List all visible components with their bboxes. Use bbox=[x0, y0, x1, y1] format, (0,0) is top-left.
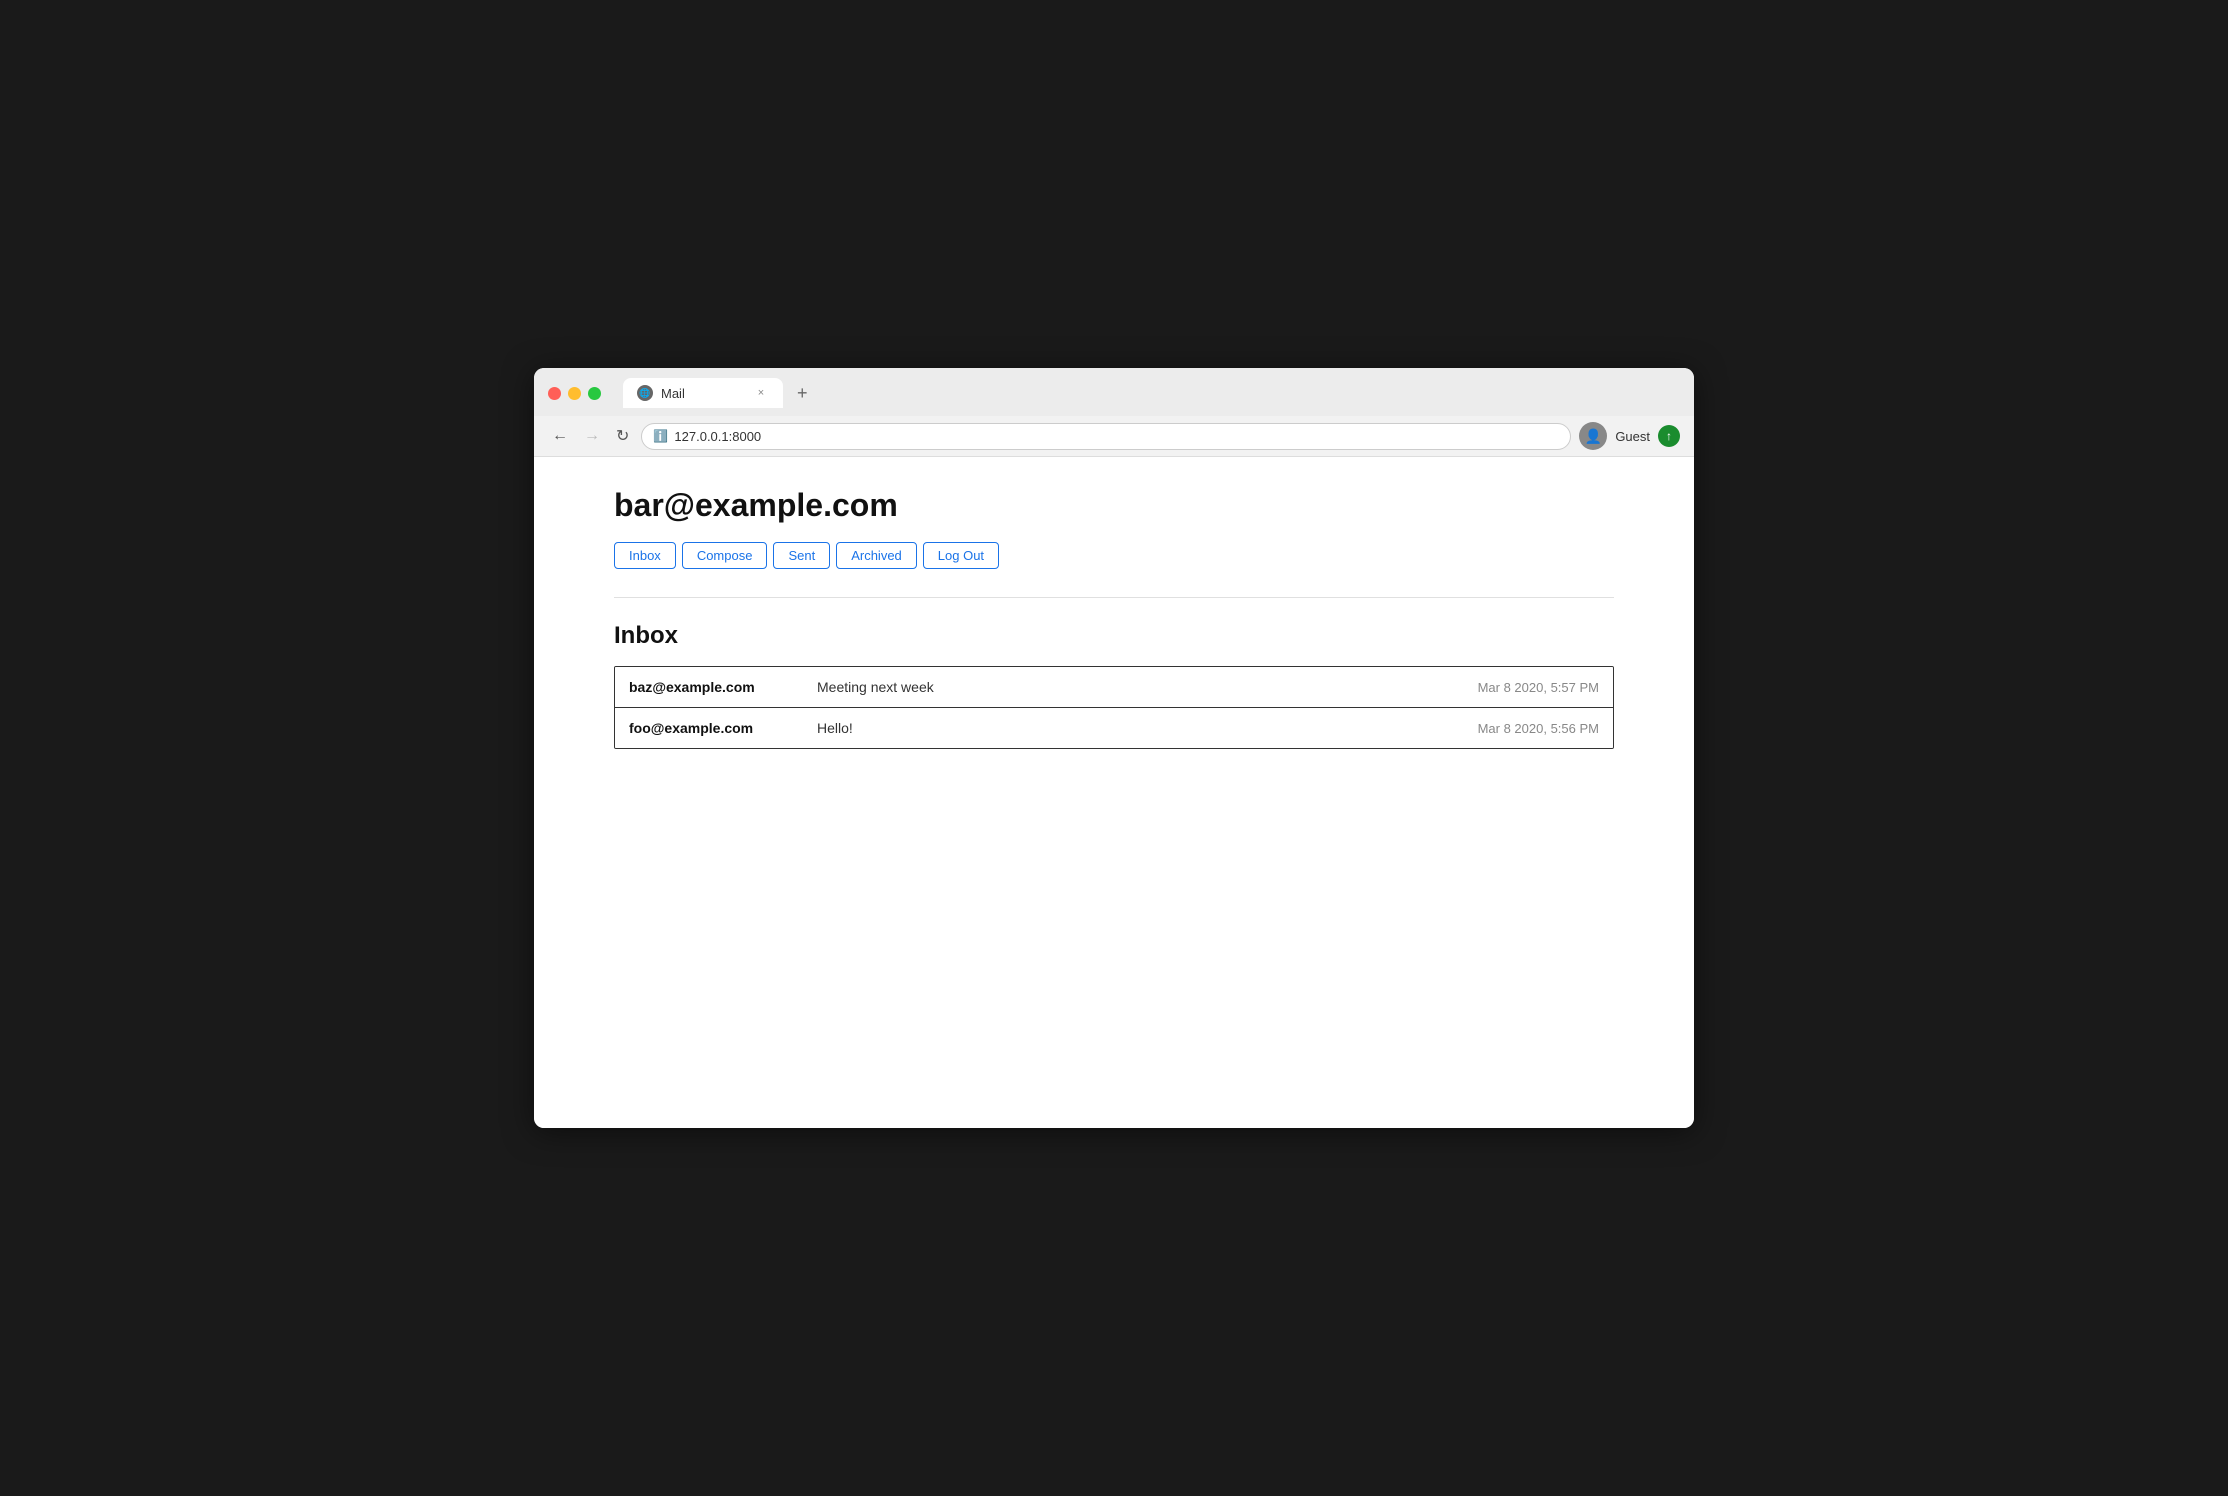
forward-button[interactable]: → bbox=[580, 425, 604, 447]
profile-name: Guest bbox=[1615, 429, 1650, 444]
tab-favicon: 🌐 bbox=[637, 385, 653, 401]
maximize-button[interactable] bbox=[588, 387, 601, 400]
address-bar: ← → ↻ ℹ️ 👤 Guest ↑ bbox=[534, 416, 1694, 457]
logout-nav-button[interactable]: Log Out bbox=[923, 542, 999, 569]
user-email: bar@example.com bbox=[614, 487, 1614, 524]
close-button[interactable] bbox=[548, 387, 561, 400]
address-input[interactable] bbox=[641, 423, 1571, 450]
reload-button[interactable]: ↻ bbox=[612, 424, 633, 448]
email-row[interactable]: baz@example.com Meeting next week Mar 8 … bbox=[615, 667, 1613, 708]
email-sender: baz@example.com bbox=[629, 679, 809, 695]
back-button[interactable]: ← bbox=[548, 425, 572, 447]
inbox-nav-button[interactable]: Inbox bbox=[614, 542, 676, 569]
tab-close-button[interactable]: × bbox=[753, 385, 769, 401]
tab-bar: 🌐 Mail × + bbox=[623, 378, 816, 408]
email-sender: foo@example.com bbox=[629, 720, 809, 736]
profile-icon: 👤 bbox=[1579, 422, 1607, 450]
email-row[interactable]: foo@example.com Hello! Mar 8 2020, 5:56 … bbox=[615, 708, 1613, 748]
browser-window: 🌐 Mail × + ← → ↻ ℹ️ 👤 Guest ↑ bar@exampl… bbox=[534, 368, 1694, 1128]
inbox-title: Inbox bbox=[614, 622, 1614, 650]
email-date: Mar 8 2020, 5:56 PM bbox=[1478, 721, 1599, 736]
title-bar: 🌐 Mail × + bbox=[534, 368, 1694, 416]
update-button[interactable]: ↑ bbox=[1658, 425, 1680, 447]
tab-title: Mail bbox=[661, 386, 685, 401]
page-content: bar@example.com Inbox Compose Sent Archi… bbox=[534, 457, 1694, 1128]
divider bbox=[614, 597, 1614, 598]
window-controls bbox=[548, 387, 601, 400]
email-subject: Hello! bbox=[809, 720, 1478, 736]
email-list: baz@example.com Meeting next week Mar 8 … bbox=[614, 666, 1614, 749]
address-wrap: ℹ️ bbox=[641, 423, 1571, 450]
nav-buttons: Inbox Compose Sent Archived Log Out bbox=[614, 542, 1614, 569]
new-tab-button[interactable]: + bbox=[789, 379, 816, 408]
archived-nav-button[interactable]: Archived bbox=[836, 542, 917, 569]
profile-area: 👤 Guest ↑ bbox=[1579, 422, 1680, 450]
email-date: Mar 8 2020, 5:57 PM bbox=[1478, 680, 1599, 695]
minimize-button[interactable] bbox=[568, 387, 581, 400]
lock-icon: ℹ️ bbox=[653, 429, 668, 443]
compose-nav-button[interactable]: Compose bbox=[682, 542, 768, 569]
email-subject: Meeting next week bbox=[809, 679, 1478, 695]
sent-nav-button[interactable]: Sent bbox=[773, 542, 830, 569]
active-tab[interactable]: 🌐 Mail × bbox=[623, 378, 783, 408]
